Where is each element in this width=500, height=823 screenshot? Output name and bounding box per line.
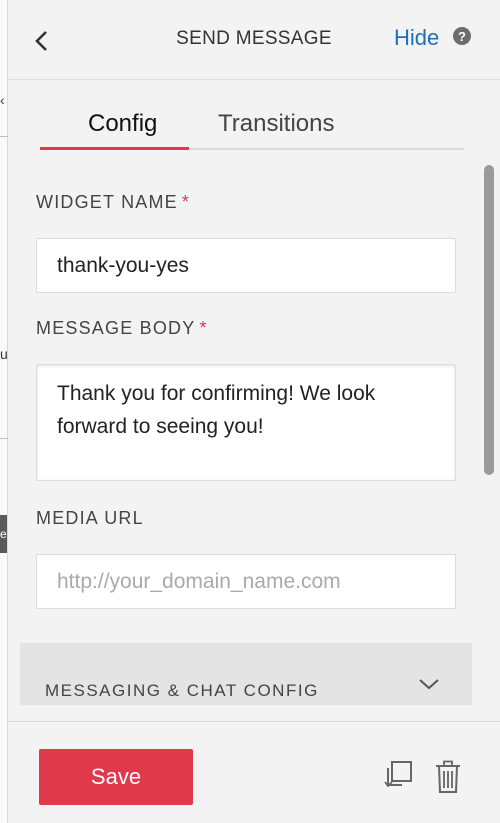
canvas-fragment-top: ‹ bbox=[0, 92, 5, 108]
required-marker: * bbox=[199, 318, 208, 338]
canvas-widget-fragment: e bbox=[0, 515, 7, 553]
canvas-divider bbox=[0, 136, 8, 137]
widget-name-input[interactable]: thank-you-yes bbox=[36, 238, 456, 293]
save-button[interactable]: Save bbox=[39, 749, 193, 805]
required-marker: * bbox=[181, 192, 191, 212]
duplicate-icon[interactable] bbox=[381, 760, 415, 792]
tab-bar: Config Transitions bbox=[40, 106, 464, 150]
accordion-label: MESSAGING & CHAT CONFIG bbox=[45, 681, 319, 700]
panel-scrollbar[interactable] bbox=[484, 165, 494, 475]
tab-transitions[interactable]: Transitions bbox=[218, 110, 334, 138]
tab-config[interactable]: Config bbox=[88, 110, 157, 138]
media-url-label: MEDIA URL bbox=[36, 508, 144, 528]
panel-header: SEND MESSAGE Hide ? bbox=[8, 0, 500, 80]
message-body-label-text: MESSAGE BODY bbox=[36, 318, 196, 338]
panel-footer: Save bbox=[8, 721, 500, 823]
widget-name-label-text: WIDGET NAME bbox=[36, 192, 178, 212]
hide-link[interactable]: Hide bbox=[394, 25, 439, 51]
canvas-divider bbox=[0, 438, 8, 439]
widget-config-panel: SEND MESSAGE Hide ? Config Transitions W… bbox=[8, 0, 500, 823]
media-url-input[interactable]: http://your_domain_name.com bbox=[36, 554, 456, 609]
message-body-label: MESSAGE BODY * bbox=[36, 318, 208, 339]
chevron-down-icon bbox=[419, 679, 439, 690]
widget-name-label: WIDGET NAME * bbox=[36, 192, 190, 213]
canvas-fragment-dark: e bbox=[0, 527, 7, 541]
active-tab-indicator bbox=[40, 147, 189, 150]
message-body-textarea[interactable]: Thank you for confirming! We look forwar… bbox=[36, 364, 456, 481]
messaging-chat-config-accordion[interactable]: MESSAGING & CHAT CONFIG bbox=[20, 643, 472, 705]
canvas-fragment-middle: u bbox=[0, 346, 8, 362]
help-icon[interactable]: ? bbox=[453, 27, 471, 45]
trash-icon[interactable] bbox=[434, 760, 462, 794]
workflow-canvas-edge: ‹ u e bbox=[0, 0, 8, 823]
